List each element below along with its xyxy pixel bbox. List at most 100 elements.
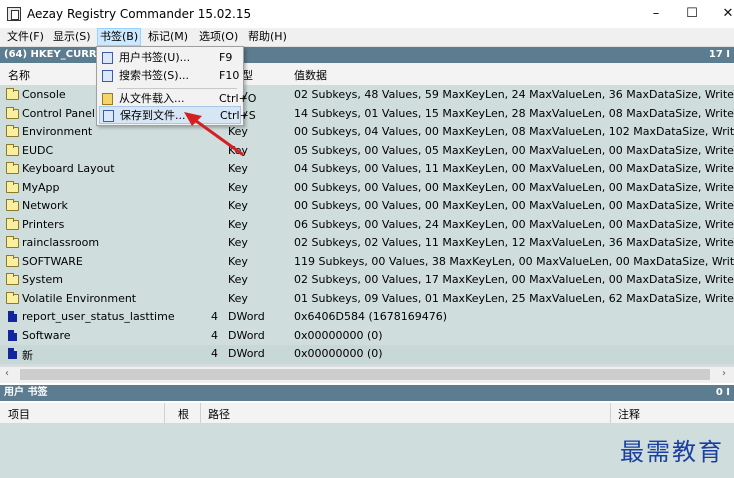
registry-row[interactable]: 新 4 DWord 0x00000000 (0) — [0, 345, 734, 364]
registry-row[interactable]: System Key 02 Subkeys, 00 Values, 17 MaxKe… — [0, 271, 734, 290]
horizontal-scrollbar[interactable]: ‹ › — [0, 366, 734, 383]
registry-row[interactable]: EUDCKey05 Subkeys, 00 Values, 05 MaxKeyL… — [0, 142, 734, 161]
menu-file[interactable]: 文件(F) — [5, 29, 46, 45]
bookmark-column-header: 项目 根 路径 注释 — [0, 403, 734, 424]
column-data[interactable]: 值数据 — [294, 67, 327, 83]
row-type: Key — [228, 291, 248, 305]
menu-options[interactable]: 选项(O) — [197, 29, 240, 45]
folder-icon — [6, 143, 19, 156]
menu-item-label: 搜索书签(S)... — [119, 69, 190, 82]
folder-icon — [6, 125, 19, 137]
row-name: Environment — [22, 125, 93, 138]
bookmark-list[interactable]: 最需教育 — [0, 424, 734, 478]
row-size: 4 — [211, 310, 218, 323]
row-name: Network — [22, 199, 68, 212]
registry-row[interactable]: MyApp Key 00 Subkeys, 00 Values, 00 MaxKey… — [0, 179, 734, 198]
row-data: 14 Subkeys, 01 Values, 15 MaxKeyLen, 28 … — [294, 106, 734, 120]
row-type: Key — [228, 254, 248, 268]
row-data: 02 Subkeys, 00 Values, 17 MaxKeyLen, 00 … — [294, 273, 734, 286]
row-data: 02 Subkeys, 48 Values, 59 MaxKeyLen, 24 … — [294, 88, 734, 101]
column-divider[interactable] — [200, 403, 201, 423]
row-data: 05 Subkeys, 00 Values, 05 MaxKeyLen, 00 … — [294, 143, 734, 157]
row-name: Volatile Environment — [22, 291, 137, 305]
column-item[interactable]: 项目 — [8, 406, 30, 422]
annotation-arrow — [184, 112, 244, 156]
bookmark-count: 0 I — [715, 387, 730, 398]
row-data: 0x00000000 (0) — [294, 328, 383, 342]
column-divider[interactable] — [610, 403, 611, 423]
column-name[interactable]: 名称 — [8, 67, 30, 83]
row-name: SOFTWARE — [22, 254, 83, 268]
bookmark-panel-title: 用户 书签 — [4, 387, 48, 398]
menu-item-search-bookmarks[interactable]: 搜索书签(S)... F10 — [99, 67, 241, 85]
menu-item-user-bookmarks[interactable]: 用户书签(U)... F9 — [99, 49, 241, 67]
menu-item-label: 保存到文件... — [120, 109, 186, 122]
row-data: 0x6406D584 (1678169476) — [294, 310, 448, 323]
row-type: DWord — [228, 310, 265, 323]
registry-row[interactable]: Software 4 DWord 0x00000000 (0) — [0, 327, 734, 346]
scroll-left-arrow[interactable]: ‹ — [5, 368, 9, 379]
column-root[interactable]: 根 — [178, 406, 189, 422]
bookmark-panel-header: 用户 书签 0 I — [0, 385, 734, 401]
dword-value-icon — [8, 311, 17, 322]
registry-row[interactable]: report_user_status_lasttime 4 DWord 0x6406D… — [0, 308, 734, 327]
folder-icon — [6, 162, 19, 174]
folder-icon — [6, 291, 19, 304]
row-name: System — [22, 273, 64, 286]
dword-value-icon — [8, 329, 17, 341]
row-data: 119 Subkeys, 00 Values, 38 MaxKeyLen, 00… — [294, 254, 734, 268]
folder-icon — [6, 88, 19, 100]
row-data: 00 Subkeys, 04 Values, 00 MaxKeyLen, 08 … — [294, 125, 734, 138]
row-name: Keyboard Layout — [22, 162, 115, 175]
folder-icon — [6, 217, 19, 230]
close-button[interactable]: ✕ — [712, 4, 734, 24]
row-data: 01 Subkeys, 09 Values, 01 MaxKeyLen, 25 … — [294, 291, 734, 305]
save-file-icon — [103, 110, 114, 122]
registry-row[interactable]: Volatile Environment Key 01 Subkeys, 09 Va… — [0, 290, 734, 309]
row-size: 4 — [211, 347, 218, 360]
registry-row[interactable]: rainclassroom Key 02 Subkeys, 02 Values, 1… — [0, 234, 734, 253]
folder-icon — [6, 236, 19, 248]
title-bar: Aezay Registry Commander 15.02.15 – ☐ ✕ — [0, 0, 734, 28]
folder-icon — [6, 106, 19, 119]
scroll-right-arrow[interactable]: › — [722, 368, 726, 379]
watermark-logo: 最需教育 — [620, 438, 724, 466]
row-size: 4 — [211, 328, 218, 342]
window-title: Aezay Registry Commander 15.02.15 — [27, 7, 252, 21]
row-data: 06 Subkeys, 00 Values, 24 MaxKeyLen, 00 … — [294, 217, 734, 231]
minimize-button[interactable]: – — [640, 4, 672, 24]
maximize-button[interactable]: ☐ — [676, 4, 708, 24]
dword-value-icon — [8, 348, 17, 359]
load-file-icon — [102, 93, 113, 105]
row-type: Key — [228, 273, 248, 286]
folder-icon — [6, 254, 19, 267]
app-icon — [7, 7, 21, 21]
column-path[interactable]: 路径 — [208, 406, 230, 422]
registry-row[interactable]: Keyboard Layout Key 04 Subkeys, 00 Values,… — [0, 160, 734, 179]
row-name: Control Panel — [22, 106, 95, 120]
scroll-thumb[interactable] — [20, 369, 710, 380]
row-type: Key — [228, 236, 248, 249]
registry-path: (64) HKEY_CURRE — [4, 49, 104, 60]
registry-list[interactable]: Console Key 02 Subkeys, 48 Values, 59 MaxK… — [0, 86, 734, 366]
row-data: 00 Subkeys, 00 Values, 00 MaxKeyLen, 00 … — [294, 180, 734, 194]
row-type: Key — [228, 199, 248, 212]
registry-row[interactable]: SOFTWARE Key 119 Subkeys, 00 Values, 38 Ma… — [0, 253, 734, 272]
row-name: Console — [22, 88, 66, 101]
registry-row[interactable]: Network Key 00 Subkeys, 00 Values, 00 MaxK… — [0, 197, 734, 216]
menu-display[interactable]: 显示(S) — [51, 29, 93, 45]
row-name: Software — [22, 328, 71, 342]
row-data: 00 Subkeys, 00 Values, 00 MaxKeyLen, 00 … — [294, 199, 734, 212]
menu-bookmarks[interactable]: 书签(B) — [97, 28, 142, 46]
menu-item-label: 用户书签(U)... — [119, 51, 191, 64]
menu-item-shortcut: F9 — [219, 51, 233, 64]
folder-icon — [6, 273, 19, 285]
registry-row[interactable]: Printers Key 06 Subkeys, 00 Values, 24 Max… — [0, 216, 734, 235]
row-data: 02 Subkeys, 02 Values, 11 MaxKeyLen, 12 … — [294, 236, 734, 249]
menu-mark[interactable]: 标记(M) — [146, 29, 190, 45]
row-name: rainclassroom — [22, 236, 100, 249]
menu-help[interactable]: 帮助(H) — [246, 29, 289, 45]
column-divider[interactable] — [164, 403, 165, 423]
row-name: EUDC — [22, 143, 54, 157]
column-note[interactable]: 注释 — [618, 406, 640, 422]
